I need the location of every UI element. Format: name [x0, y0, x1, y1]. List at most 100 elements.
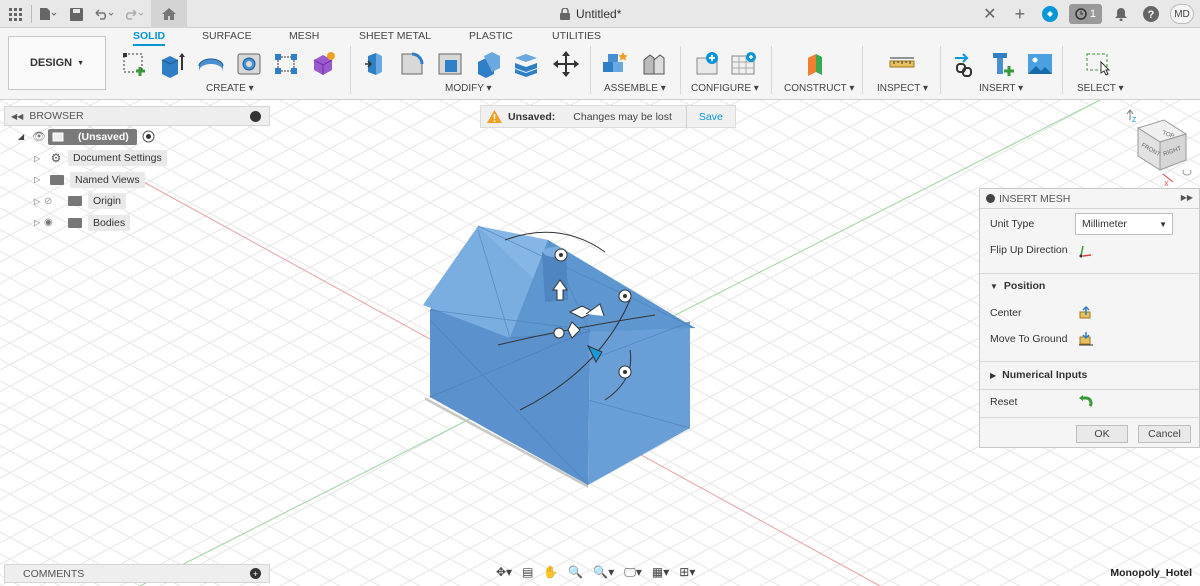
zoom-window-icon[interactable]: 🔍▾ — [593, 565, 614, 579]
extensions-icon[interactable] — [1039, 3, 1061, 25]
triangle-down-icon: ▼ — [990, 281, 998, 291]
hidden-eye-icon[interactable]: ⊘ — [44, 196, 62, 207]
offset-plane-tool[interactable] — [803, 48, 833, 80]
banner-save-link[interactable]: Save — [685, 105, 735, 128]
display-settings-icon[interactable]: 🖵▾ — [624, 565, 642, 580]
inspect-group-label[interactable]: INSPECT ▾ — [877, 83, 928, 94]
create-form-tool[interactable] — [309, 48, 339, 80]
reset-arrow-icon[interactable] — [1078, 395, 1094, 409]
expand-triangle-icon[interactable]: ▷ — [34, 197, 44, 206]
app-grid-icon[interactable] — [4, 3, 26, 25]
split-body-tool[interactable] — [511, 48, 541, 80]
insert-canvas-tool[interactable] — [1025, 48, 1055, 80]
zoom-icon[interactable]: 🔍 — [568, 565, 583, 579]
unit-type-select[interactable]: Millimeter ▼ — [1075, 213, 1173, 235]
configure-table-tool[interactable] — [729, 48, 759, 80]
assemble-group-label[interactable]: ASSEMBLE ▾ — [604, 83, 666, 94]
move-copy-tool[interactable] — [551, 48, 581, 80]
measure-tool[interactable] — [887, 48, 917, 80]
cancel-button[interactable]: Cancel — [1138, 425, 1191, 443]
close-tab-icon[interactable]: ✕ — [979, 3, 1001, 25]
pattern-tool[interactable] — [271, 48, 301, 80]
job-status-badge[interactable]: 1 — [1068, 4, 1102, 24]
dialog-header[interactable]: INSERT MESH ▶▶ — [980, 189, 1199, 209]
move-to-ground-icon[interactable] — [1078, 332, 1094, 346]
viewcube-home-icon[interactable] — [1182, 169, 1192, 176]
select-group-label[interactable]: SELECT ▾ — [1077, 83, 1124, 94]
tab-sheet-metal[interactable]: SHEET METAL — [359, 30, 431, 42]
orbit-icon[interactable]: ✥▾ — [496, 565, 512, 579]
extrude-tool[interactable] — [157, 48, 187, 80]
save-icon[interactable] — [65, 3, 87, 25]
tab-mesh[interactable]: MESH — [289, 30, 319, 42]
undo-icon[interactable] — [93, 3, 115, 25]
joint-tool[interactable] — [638, 48, 668, 80]
tab-utilities[interactable]: UTILITIES — [552, 30, 601, 42]
help-icon[interactable]: ? — [1140, 3, 1162, 25]
tree-item-origin[interactable]: ▷ ⊘ Origin — [4, 191, 270, 213]
modify-group-label[interactable]: MODIFY ▾ — [445, 83, 492, 94]
root-component-chip[interactable]: (Unsaved) — [48, 128, 137, 145]
create-sketch-tool[interactable] — [120, 48, 150, 80]
visibility-eye-icon[interactable]: 👁 — [32, 130, 48, 143]
navigation-bar: ✥▾ ▤ ✋ 🔍 🔍▾ 🖵▾ ▦▾ ⊞▾ — [496, 562, 695, 582]
home-tab[interactable] — [151, 0, 187, 28]
active-radio-icon[interactable] — [142, 130, 155, 143]
look-at-icon[interactable]: ▤ — [522, 565, 533, 579]
browser-header[interactable]: ◀◀ BROWSER — [4, 106, 270, 126]
construct-group-label[interactable]: CONSTRUCT ▾ — [784, 83, 854, 94]
fillet-tool[interactable] — [397, 48, 427, 80]
configure-tool[interactable] — [692, 48, 722, 80]
expand-triangle-icon[interactable]: ▷ — [34, 175, 44, 184]
numerical-inputs-toggle[interactable]: ▶ Numerical Inputs — [990, 365, 1087, 385]
combine-tool[interactable] — [473, 48, 503, 80]
browser-options-icon[interactable] — [250, 111, 261, 122]
move-icon — [553, 51, 579, 77]
center-icon[interactable] — [1078, 306, 1094, 320]
new-tab-icon[interactable]: + — [1009, 3, 1031, 25]
insert-derive-tool[interactable] — [950, 48, 980, 80]
image-icon — [1028, 54, 1052, 74]
tree-item-bodies[interactable]: ▷ ◉ Bodies — [4, 212, 270, 234]
notifications-bell-icon[interactable] — [1110, 3, 1132, 25]
tree-item-document-settings[interactable]: ▷ ⚙ Document Settings — [4, 148, 270, 170]
expand-triangle-icon[interactable]: ▷ — [34, 218, 44, 227]
comments-panel[interactable]: COMMENTS + — [4, 564, 270, 583]
configure-group-label[interactable]: CONFIGURE ▾ — [691, 83, 759, 94]
file-menu-icon[interactable] — [37, 3, 59, 25]
flip-direction-icon[interactable] — [1077, 244, 1093, 258]
visibility-eye-icon[interactable]: ◉ — [44, 217, 62, 228]
window-select-icon — [1086, 53, 1111, 76]
expand-dialog-icon[interactable]: ▶▶ — [1181, 193, 1193, 202]
pan-hand-icon[interactable]: ✋ — [543, 565, 558, 579]
press-pull-tool[interactable] — [361, 48, 391, 80]
add-comment-icon[interactable]: + — [250, 568, 261, 579]
create-group-label[interactable]: CREATE ▾ — [206, 83, 254, 94]
new-component-tool[interactable] — [600, 48, 630, 80]
user-avatar[interactable]: MD — [1170, 4, 1194, 24]
insert-group-label[interactable]: INSERT ▾ — [979, 83, 1023, 94]
redo-icon[interactable] — [123, 3, 145, 25]
view-cube[interactable]: Z TOP FRONT RIGHT X — [1118, 106, 1200, 188]
insert-mcmaster-tool[interactable] — [988, 48, 1018, 80]
position-section-toggle[interactable]: ▼ Position — [990, 276, 1045, 296]
select-tool[interactable] — [1084, 48, 1114, 80]
shell-tool[interactable] — [435, 48, 465, 80]
tab-plastic[interactable]: PLASTIC — [469, 30, 513, 42]
home-icon — [162, 8, 176, 20]
expand-root-icon[interactable]: ◢ — [18, 132, 32, 141]
tree-root[interactable]: ◢ 👁 (Unsaved) — [4, 126, 270, 148]
hole-icon — [237, 53, 261, 75]
hole-tool[interactable] — [234, 48, 264, 80]
ok-button[interactable]: OK — [1076, 425, 1128, 443]
revolve-tool[interactable] — [196, 48, 226, 80]
tree-item-named-views[interactable]: ▷ Named Views — [4, 169, 270, 191]
extrude-icon — [161, 53, 185, 78]
expand-triangle-icon[interactable]: ▷ — [34, 154, 44, 163]
tab-surface[interactable]: SURFACE — [202, 30, 252, 42]
workspace-switcher-button[interactable]: DESIGN ▼ — [8, 36, 106, 90]
grid-settings-icon[interactable]: ▦▾ — [652, 565, 669, 579]
collapse-left-icon[interactable]: ◀◀ — [11, 112, 23, 121]
viewports-icon[interactable]: ⊞▾ — [679, 565, 695, 579]
tab-solid[interactable]: SOLID — [133, 30, 166, 46]
